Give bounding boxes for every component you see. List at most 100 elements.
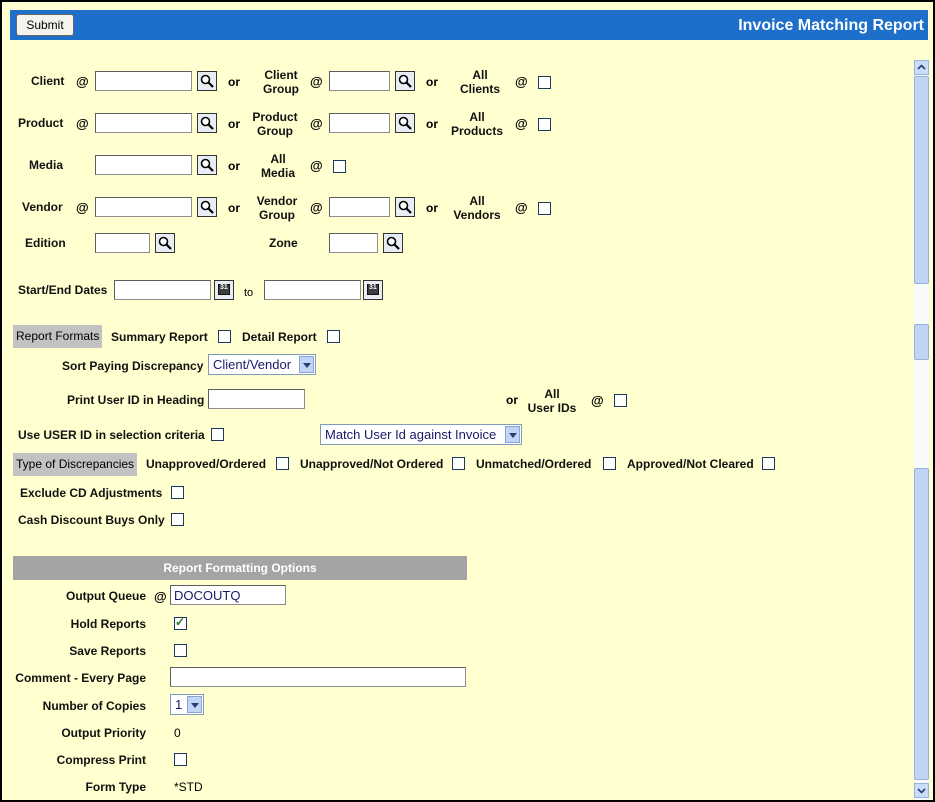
- sort-paying-discrepancy-select[interactable]: Client/Vendor: [208, 354, 316, 375]
- exclude-cd-checkbox[interactable]: [171, 486, 184, 499]
- vendor-group-label: Vendor Group: [256, 194, 298, 222]
- detail-report-checkbox[interactable]: [327, 330, 340, 343]
- vendor-group-lookup-button[interactable]: [395, 197, 415, 217]
- magnifier-icon: [398, 116, 412, 130]
- media-lookup-button[interactable]: [197, 155, 217, 175]
- output-priority-value: 0: [174, 726, 181, 740]
- type-of-discrepancies-section: Type of Discrepancies: [13, 453, 138, 476]
- vendor-group-input[interactable]: [329, 197, 390, 217]
- approved-not-cleared-checkbox[interactable]: [762, 457, 775, 470]
- start-date-input[interactable]: [114, 280, 211, 300]
- unmatched-ordered-label: Unmatched/Ordered: [476, 457, 592, 471]
- chevron-down-icon: [299, 356, 314, 373]
- client-group-input[interactable]: [329, 71, 390, 91]
- all-vendors-at: @: [515, 200, 528, 215]
- product-lookup-button[interactable]: [197, 113, 217, 133]
- chevron-down-icon: [917, 788, 926, 794]
- end-date-calendar-button[interactable]: [363, 280, 383, 300]
- all-vendors-checkbox[interactable]: [538, 202, 551, 215]
- product-input[interactable]: [95, 113, 192, 133]
- print-user-id-input[interactable]: [208, 389, 305, 409]
- media-label: Media: [29, 158, 64, 172]
- magnifier-icon: [386, 236, 400, 250]
- scrollbar-thumb-lower[interactable]: [914, 468, 929, 780]
- save-reports-label: Save Reports: [69, 644, 146, 658]
- hold-reports-checkbox[interactable]: [174, 615, 187, 630]
- sort-selected-value: Client/Vendor: [213, 357, 292, 372]
- client-lookup-button[interactable]: [197, 71, 217, 91]
- product-group-lookup-button[interactable]: [395, 113, 415, 133]
- user-or: or: [506, 393, 518, 407]
- product-group-or: or: [426, 117, 438, 131]
- cash-discount-checkbox[interactable]: [171, 513, 184, 526]
- magnifier-icon: [398, 74, 412, 88]
- client-group-or: or: [426, 75, 438, 89]
- product-at: @: [76, 116, 89, 131]
- match-user-id-select[interactable]: Match User Id against Invoice: [320, 424, 522, 445]
- summary-report-checkbox[interactable]: [218, 330, 231, 343]
- client-input[interactable]: [95, 71, 192, 91]
- report-formats-section: Report Formats: [13, 325, 103, 348]
- scroll-up-button[interactable]: [914, 60, 929, 75]
- scrollbar-thumb[interactable]: [914, 76, 929, 284]
- client-or: or: [228, 75, 240, 89]
- start-end-dates-label: Start/End Dates: [18, 283, 108, 297]
- form-type-label: Form Type: [85, 780, 146, 794]
- unapproved-ordered-checkbox[interactable]: [276, 457, 289, 470]
- all-clients-checkbox[interactable]: [538, 76, 551, 89]
- all-products-at: @: [515, 116, 528, 131]
- output-queue-at: @: [154, 589, 167, 604]
- all-media-checkbox[interactable]: [333, 160, 346, 173]
- start-date-calendar-button[interactable]: [214, 280, 234, 300]
- number-of-copies-select[interactable]: 1: [170, 694, 204, 715]
- save-reports-checkbox[interactable]: [174, 644, 187, 657]
- vendor-lookup-button[interactable]: [197, 197, 217, 217]
- detail-report-label: Detail Report: [242, 330, 317, 344]
- product-group-at: @: [310, 116, 323, 131]
- unapproved-not-ordered-checkbox[interactable]: [452, 457, 465, 470]
- unapproved-not-ordered-label: Unapproved/Not Ordered: [300, 457, 444, 471]
- unmatched-ordered-checkbox[interactable]: [603, 457, 616, 470]
- end-date-input[interactable]: [264, 280, 361, 300]
- chevron-down-icon: [505, 426, 520, 443]
- product-group-input[interactable]: [329, 113, 390, 133]
- use-user-id-checkbox[interactable]: [211, 428, 224, 441]
- edition-lookup-button[interactable]: [155, 233, 175, 253]
- vertical-scrollbar[interactable]: [914, 60, 929, 800]
- edition-input[interactable]: [95, 233, 150, 253]
- all-clients-label: All Clients: [459, 68, 500, 96]
- page-title: Invoice Matching Report: [738, 17, 924, 34]
- compress-print-checkbox[interactable]: [174, 753, 187, 766]
- scroll-down-button[interactable]: [914, 783, 929, 798]
- all-vendors-label: All Vendors: [453, 194, 501, 222]
- dates-to-label: to: [244, 287, 254, 299]
- comment-label: Comment - Every Page: [15, 671, 146, 685]
- all-products-checkbox[interactable]: [538, 118, 551, 131]
- client-group-at: @: [310, 74, 323, 89]
- client-group-lookup-button[interactable]: [395, 71, 415, 91]
- submit-button[interactable]: Submit: [16, 14, 74, 36]
- media-input[interactable]: [95, 155, 192, 175]
- zone-label: Zone: [269, 236, 298, 250]
- vendor-input[interactable]: [95, 197, 192, 217]
- vendor-label: Vendor: [22, 200, 63, 214]
- scrollbar-thumb-segment[interactable]: [914, 324, 929, 360]
- unapproved-ordered-label: Unapproved/Ordered: [146, 457, 267, 471]
- client-group-label: Client Group: [263, 68, 299, 96]
- output-priority-label: Output Priority: [61, 726, 146, 740]
- chevron-up-icon: [917, 64, 926, 70]
- print-user-id-label: Print User ID in Heading: [67, 393, 205, 407]
- use-user-id-label: Use USER ID in selection criteria: [18, 428, 205, 442]
- comment-input[interactable]: [170, 667, 466, 687]
- zone-input[interactable]: [329, 233, 378, 253]
- calendar-icon: [367, 284, 379, 295]
- all-user-ids-checkbox[interactable]: [614, 394, 627, 407]
- zone-lookup-button[interactable]: [383, 233, 403, 253]
- output-queue-input[interactable]: [170, 585, 286, 605]
- vendor-at: @: [76, 200, 89, 215]
- media-or: or: [228, 159, 240, 173]
- product-label: Product: [18, 116, 64, 130]
- title-bar: Submit Invoice Matching Report: [10, 10, 928, 40]
- magnifier-icon: [200, 158, 214, 172]
- product-or: or: [228, 117, 240, 131]
